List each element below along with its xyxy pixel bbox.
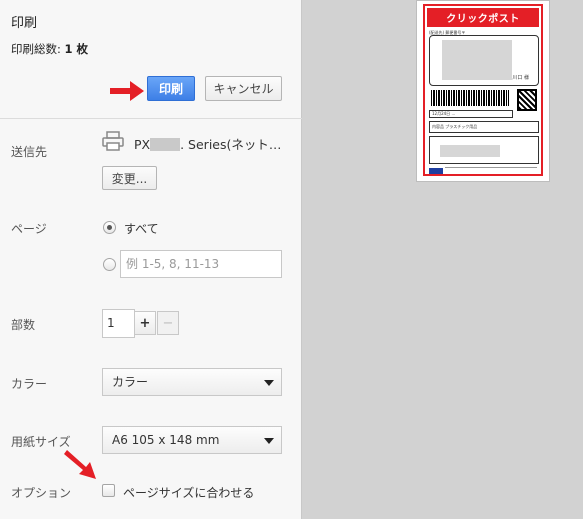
printer-icon <box>102 131 124 151</box>
fit-to-page-checkbox[interactable] <box>102 484 115 497</box>
recipient-address-box: 川口 様 <box>429 35 539 86</box>
change-destination-button[interactable]: 変更... <box>102 166 157 190</box>
redacted-mask <box>150 138 181 151</box>
copies-input[interactable]: 1 <box>102 309 135 338</box>
pages-custom-input[interactable]: 例 1-5, 8, 11-13 <box>120 250 282 278</box>
paper-size-select[interactable]: A6 105 x 148 mm <box>102 426 282 454</box>
sender-address-box <box>429 136 539 164</box>
redacted-mask <box>442 40 512 80</box>
print-preview-page: クリックポスト (配送先) 郵便番号〒 川口 様 12月24日 ... 内容品 … <box>416 0 550 182</box>
color-label: カラー <box>11 377 48 391</box>
paper-size-value: A6 105 x 148 mm <box>112 433 220 447</box>
qr-code-image <box>517 89 537 111</box>
printer-name: PX . Series(ネット… <box>134 134 281 153</box>
copies-label: 部数 <box>11 318 36 332</box>
pages-label: ページ <box>11 222 47 236</box>
copies-increment-button[interactable]: + <box>134 311 156 335</box>
color-select-value: カラー <box>112 375 149 389</box>
click-post-header: クリックポスト <box>427 8 539 27</box>
red-arrow-icon <box>64 450 96 479</box>
recipient-name: 川口 様 <box>512 75 529 81</box>
redacted-mask <box>440 145 500 157</box>
printer-name-prefix: PX <box>134 137 151 152</box>
pages-custom-radio[interactable] <box>103 258 116 271</box>
print-settings-panel: 印刷 印刷総数: 1 枚 印刷 キャンセル 送信先 PX . Series(ネット… <box>0 0 302 519</box>
destination-label: 送信先 <box>11 145 48 159</box>
copies-decrement-button[interactable]: − <box>157 311 179 335</box>
pages-all-label: すべて <box>124 222 159 236</box>
click-post-label: クリックポスト (配送先) 郵便番号〒 川口 様 12月24日 ... 内容品 … <box>423 4 543 176</box>
total-label: 印刷総数: <box>11 42 61 56</box>
pages-all-radio[interactable] <box>103 221 116 234</box>
total-value: 1 枚 <box>64 42 89 56</box>
paper-size-label: 用紙サイズ <box>11 435 71 449</box>
total-sheets: 印刷総数: 1 枚 <box>11 41 88 57</box>
options-label: オプション <box>11 486 72 500</box>
printer-name-suffix: . Series(ネット… <box>180 137 282 152</box>
footer-badge <box>429 168 443 174</box>
print-button[interactable]: 印刷 <box>147 76 195 101</box>
barcode-image <box>431 90 509 106</box>
color-select[interactable]: カラー <box>102 368 282 396</box>
page-title: 印刷 <box>11 16 38 31</box>
contents-field: 内容品 プラスチック用品 <box>429 121 539 133</box>
divider <box>0 118 302 119</box>
cancel-button[interactable]: キャンセル <box>205 76 282 101</box>
red-arrow-icon <box>110 81 144 101</box>
chevron-down-icon <box>264 380 274 386</box>
chevron-down-icon <box>264 438 274 444</box>
date-field: 12月24日 ... <box>429 110 513 118</box>
footer-notes <box>445 167 537 175</box>
fit-to-page-label: ページサイズに合わせる <box>123 486 255 500</box>
